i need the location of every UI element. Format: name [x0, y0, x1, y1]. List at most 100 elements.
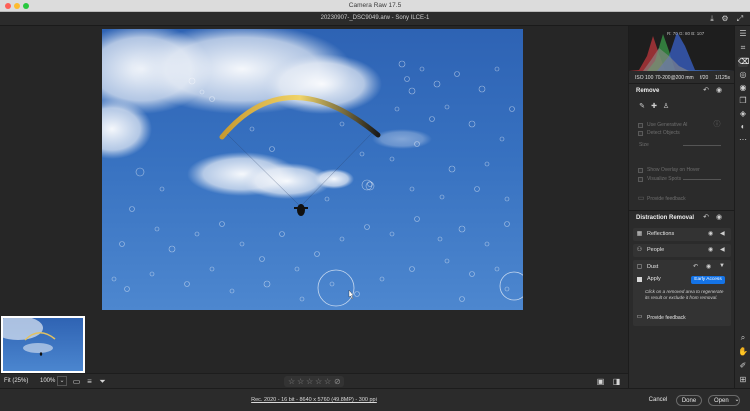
zoom-dropdown-button[interactable]: ⌄ [57, 376, 67, 386]
more-options-icon[interactable]: ⋯ [738, 135, 748, 145]
star-5-icon[interactable]: ☆ [324, 376, 331, 387]
presets-icon[interactable]: ◈ [738, 109, 748, 119]
export-icon[interactable]: ⤓ [707, 14, 717, 24]
remove-eraser-icon[interactable]: ⌫ [738, 57, 749, 67]
snapshots-icon[interactable]: ❐ [738, 96, 748, 106]
fullscreen-icon[interactable]: ⤢ [735, 14, 745, 24]
open-label: Open [714, 398, 729, 404]
detect-objects-label: Detect Objects [647, 130, 680, 136]
open-options-chevron-icon[interactable]: ⌄ [734, 395, 740, 406]
heal-bandage-icon[interactable]: ✚ [650, 103, 658, 111]
star-4-icon[interactable]: ☆ [315, 376, 322, 387]
star-3-icon[interactable]: ☆ [306, 376, 313, 387]
panel-divider [629, 83, 735, 84]
clone-stamp-icon[interactable]: ♙ [662, 103, 670, 111]
histogram-rgb-readout: R: 70 G: 80 B: 107 [667, 31, 705, 36]
reset-icon[interactable]: ↶ [702, 214, 710, 222]
use-generative-ai-checkbox[interactable] [638, 123, 643, 128]
apply-label: Apply [647, 276, 661, 282]
expand-arrow-icon[interactable]: ◀ [720, 230, 725, 237]
workflow-options-link[interactable]: Rec. 2020 - 16 bit - 8640 x 5760 (49.8MP… [0, 397, 628, 403]
exif-shutter: 1/125s [715, 75, 731, 81]
size-slider[interactable] [683, 145, 721, 146]
styles-icon[interactable]: ◐ [738, 122, 748, 132]
remove-provide-feedback[interactable]: Provide feedback [647, 196, 686, 202]
dust-icon: ▢ [636, 264, 643, 270]
visibility-eye-icon[interactable]: ◉ [708, 230, 713, 237]
remove-brush-icon[interactable]: ✎ [638, 103, 646, 111]
info-icon[interactable]: ⓘ [713, 121, 721, 129]
exif-lens: 70-200@200 mm [655, 75, 694, 81]
zoom-level[interactable]: 100% [40, 378, 55, 384]
people-label: People [647, 247, 665, 253]
status-bar: Rec. 2020 - 16 bit - 8640 x 5760 (49.8MP… [0, 388, 750, 411]
before-after-icon[interactable]: ◨ [612, 377, 621, 386]
filmstrip-view-icon[interactable]: ▭ [72, 377, 81, 386]
edit-panel: R: 70 G: 80 B: 107 ISO 100 70-200@200 mm… [628, 26, 735, 388]
size-label: Size [639, 142, 649, 148]
reflections-label: Reflections [647, 231, 675, 237]
remove-section-title: Remove [636, 88, 660, 94]
reject-icon[interactable]: ⊘ [334, 376, 341, 387]
visibility-eye-icon[interactable]: ◉ [708, 246, 713, 253]
distraction-removal-title: Distraction Removal [636, 215, 695, 221]
visibility-eye-icon[interactable]: ◉ [715, 214, 723, 222]
show-overlay-label: Show Overlay on Hover [647, 167, 700, 173]
masking-icon[interactable]: ◎ [738, 70, 748, 80]
star-1-icon[interactable]: ☆ [288, 376, 295, 387]
red-eye-icon[interactable]: ◉ [738, 83, 748, 93]
crop-icon[interactable]: ⌗ [738, 43, 748, 53]
visualize-spots-checkbox[interactable] [638, 177, 643, 182]
distraction-feedback-row[interactable]: ▭ Provide feedback [633, 312, 731, 324]
feedback-icon[interactable]: ▭ [637, 195, 645, 203]
detect-objects-checkbox[interactable] [638, 131, 643, 136]
filmstrip [0, 313, 628, 374]
expand-arrow-icon[interactable]: ◀ [720, 246, 725, 253]
histogram: R: 70 G: 80 B: 107 [629, 26, 735, 71]
people-icon: ⚇ [636, 247, 643, 253]
exif-aperture: f/20 [700, 75, 709, 81]
photo-preview[interactable] [102, 29, 523, 310]
filmstrip-thumbnail[interactable] [1, 316, 85, 373]
use-generative-ai-label: Use Generative AI [647, 122, 688, 128]
dust-help-text: Click on a removed area to regenerate it… [645, 289, 724, 300]
feedback-icon: ▭ [636, 314, 643, 320]
dust-label: Dust [647, 264, 659, 270]
visibility-eye-icon[interactable]: ◉ [715, 87, 723, 95]
reset-icon[interactable]: ↶ [702, 87, 710, 95]
tool-strip: ☰ ⌗ ⌫ ◎ ◉ ❐ ◈ ◐ ⋯ ⌕ ✋ ✐ ⊞ [734, 26, 750, 388]
distraction-provide-feedback: Provide feedback [647, 315, 686, 321]
filter-icon[interactable]: ⏷ [98, 377, 107, 386]
early-access-badge: Early Access [691, 276, 725, 284]
exif-iso: ISO 100 [635, 75, 654, 81]
grid-overlay-icon[interactable]: ⊞ [738, 375, 748, 385]
star-2-icon[interactable]: ☆ [297, 376, 304, 387]
edit-sliders-icon[interactable]: ☰ [738, 29, 748, 39]
reflections-icon: ▦ [636, 231, 643, 237]
panel-divider [629, 210, 735, 211]
visualize-spots-label: Visualize Spots [647, 176, 682, 182]
canvas-toolbar: Fit (25%) 100% ⌄ ▭ ≡ ⏷ ☆ ☆ ☆ ☆ ☆ ⊘ ▣ ◨ [0, 373, 628, 388]
show-overlay-checkbox[interactable] [638, 168, 643, 173]
visibility-eye-icon[interactable]: ◉ [706, 263, 711, 270]
sort-icon[interactable]: ≡ [85, 377, 94, 386]
reflections-row[interactable]: ▦ Reflections ◉ ◀ [633, 228, 731, 241]
settings-gear-icon[interactable]: ⚙ [720, 14, 730, 24]
file-title: 20230907-_DSC9049.arw - Sony ILCE-1 [320, 15, 430, 21]
done-button[interactable]: Done [676, 395, 702, 406]
fit-zoom-option[interactable]: Fit (25%) [4, 378, 28, 384]
reset-icon[interactable]: ↶ [693, 263, 698, 270]
collapse-arrow-icon[interactable]: ▼ [719, 263, 725, 269]
visualize-spots-slider[interactable] [683, 179, 721, 180]
apply-checkbox[interactable] [637, 277, 642, 282]
color-sampler-icon[interactable]: ✐ [738, 361, 748, 371]
app-title: Camera Raw 17.5 [348, 2, 402, 9]
zoom-tool-icon[interactable]: ⌕ [738, 333, 748, 343]
cancel-button[interactable]: Cancel [646, 395, 670, 406]
people-row[interactable]: ⚇ People ◉ ◀ [633, 244, 731, 257]
single-view-icon[interactable]: ▣ [596, 377, 605, 386]
document-header: 20230907-_DSC9049.arw - Sony ILCE-1 ⤓ ⚙ … [0, 12, 750, 26]
window-titlebar: Camera Raw 17.5 [0, 0, 750, 12]
rating-stars[interactable]: ☆ ☆ ☆ ☆ ☆ ⊘ [284, 376, 344, 387]
hand-tool-icon[interactable]: ✋ [738, 347, 748, 357]
